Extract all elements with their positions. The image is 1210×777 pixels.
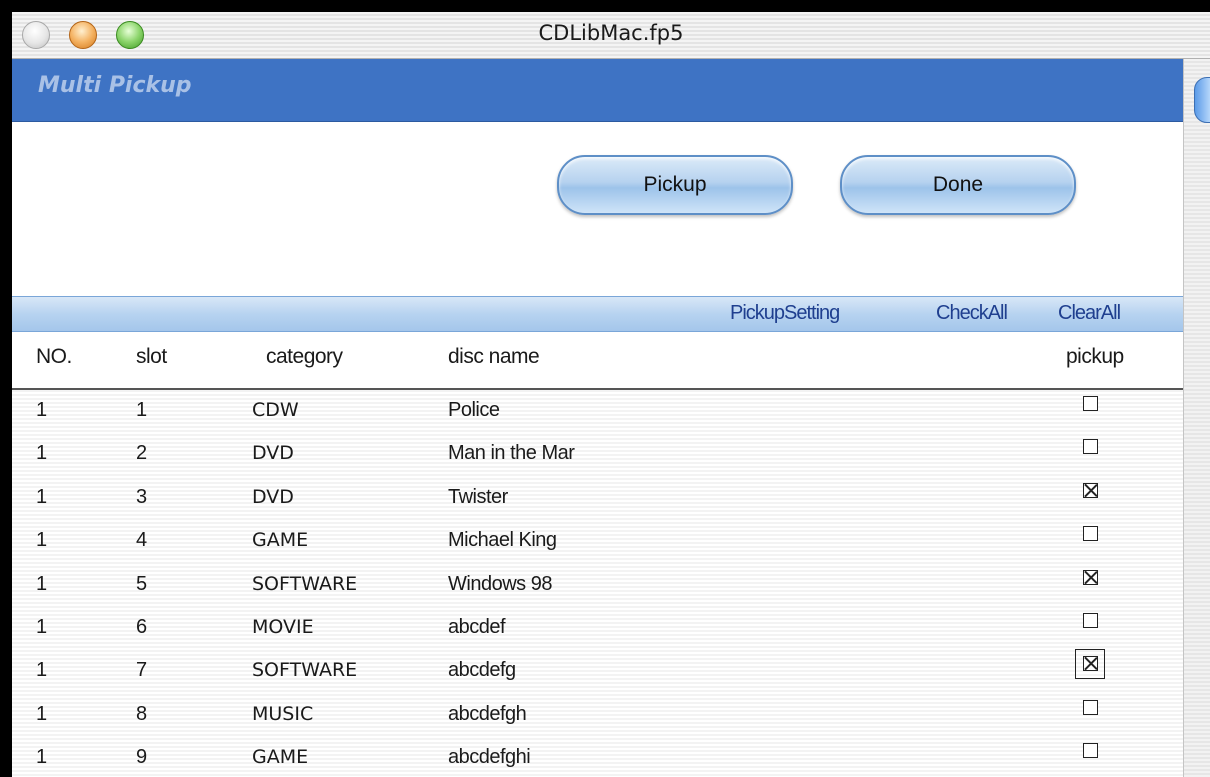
cell-no: 1 bbox=[36, 529, 48, 552]
cell-category: GAME bbox=[252, 529, 309, 552]
column-header-pickup: pickup bbox=[1066, 345, 1124, 368]
cell-no: 1 bbox=[36, 746, 48, 769]
pickup-checkbox[interactable] bbox=[1083, 743, 1098, 759]
pickup-checkbox[interactable] bbox=[1083, 396, 1098, 411]
cell-slot: 6 bbox=[136, 615, 148, 638]
cell-slot: 3 bbox=[136, 485, 148, 508]
cell-slot: 9 bbox=[136, 746, 148, 769]
pickup-button[interactable]: Pickup bbox=[557, 155, 793, 215]
cell-disc-name: Man in the Mar bbox=[448, 442, 575, 465]
table-row[interactable]: 1 6 MOVIE abcdef bbox=[12, 607, 1184, 650]
table-header: NO. slot category disc name pickup bbox=[12, 332, 1184, 390]
cell-disc-name: Michael King bbox=[448, 529, 557, 552]
cell-disc-name: abcdefg bbox=[448, 659, 516, 682]
pickup-checkbox[interactable] bbox=[1083, 656, 1098, 672]
column-header-category: category bbox=[266, 345, 343, 368]
column-header-no: NO. bbox=[36, 345, 72, 368]
cell-no: 1 bbox=[36, 702, 48, 725]
column-header-slot: slot bbox=[136, 345, 167, 368]
scrollbar-thumb[interactable] bbox=[1194, 77, 1210, 123]
scrollbar[interactable] bbox=[1183, 59, 1210, 777]
cell-slot: 4 bbox=[136, 529, 148, 552]
cell-no: 1 bbox=[36, 442, 48, 465]
done-button[interactable]: Done bbox=[840, 155, 1076, 215]
cell-disc-name: abcdef bbox=[448, 615, 506, 638]
cell-slot: 2 bbox=[136, 442, 148, 465]
toolbar: PickupSetting CheckAll ClearAll bbox=[12, 296, 1184, 332]
pickup-checkbox[interactable] bbox=[1083, 612, 1098, 628]
cell-category: DVD bbox=[252, 485, 294, 508]
table-row[interactable]: 1 1 CDW Police bbox=[12, 390, 1184, 433]
cell-disc-name: Windows 98 bbox=[448, 572, 552, 595]
pickup-checkbox[interactable] bbox=[1083, 699, 1098, 715]
table-row[interactable]: 1 2 DVD Man in the Mar bbox=[12, 433, 1184, 476]
cell-disc-name: Police bbox=[448, 399, 500, 421]
cell-slot: 5 bbox=[136, 572, 148, 595]
pickup-checkbox[interactable] bbox=[1083, 569, 1098, 585]
cell-category: MUSIC bbox=[252, 702, 314, 725]
cell-category: SOFTWARE bbox=[252, 659, 358, 682]
pickup-checkbox[interactable] bbox=[1083, 482, 1098, 498]
table-body: 1 1 CDW Police 1 2 DVD Man in the Mar 1 3 DVD Twist… bbox=[12, 390, 1184, 777]
table-row[interactable]: 1 3 DVD Twister bbox=[12, 477, 1184, 520]
cell-slot: 8 bbox=[136, 702, 148, 725]
cell-no: 1 bbox=[36, 659, 48, 682]
layout-content: Multi Pickup Pickup Done PickupSetting C… bbox=[12, 59, 1184, 777]
cell-slot: 7 bbox=[136, 659, 148, 682]
table-row[interactable]: 1 5 SOFTWARE Windows 98 bbox=[12, 564, 1184, 607]
check-all-link[interactable]: CheckAll bbox=[936, 302, 1008, 325]
header-band: Multi Pickup bbox=[12, 59, 1184, 122]
cell-slot: 1 bbox=[136, 399, 148, 421]
pickup-setting-link[interactable]: PickupSetting bbox=[730, 302, 840, 325]
column-header-disc-name: disc name bbox=[448, 345, 540, 368]
title-bar[interactable]: CDLibMac.fp5 bbox=[12, 12, 1210, 59]
clear-all-link[interactable]: ClearAll bbox=[1058, 302, 1121, 325]
table-row[interactable]: 1 4 GAME Michael King bbox=[12, 520, 1184, 563]
table-row[interactable]: 1 9 GAME abcdefghi bbox=[12, 737, 1184, 777]
cell-category: CDW bbox=[252, 399, 299, 421]
page-title: Multi Pickup bbox=[38, 73, 192, 98]
cell-no: 1 bbox=[36, 485, 48, 508]
cell-no: 1 bbox=[36, 572, 48, 595]
table-row[interactable]: 1 8 MUSIC abcdefgh bbox=[12, 694, 1184, 737]
cell-disc-name: abcdefgh bbox=[448, 702, 527, 725]
cell-category: SOFTWARE bbox=[252, 572, 358, 595]
pickup-checkbox[interactable] bbox=[1083, 526, 1098, 542]
app-window: CDLibMac.fp5 Multi Pickup Pickup Done Pi… bbox=[12, 12, 1210, 777]
pickup-checkbox[interactable] bbox=[1083, 439, 1098, 455]
cell-no: 1 bbox=[36, 399, 48, 421]
cell-disc-name: abcdefghi bbox=[448, 746, 531, 769]
table-row[interactable]: 1 7 SOFTWARE abcdefg bbox=[12, 649, 1184, 693]
cell-no: 1 bbox=[36, 615, 48, 638]
cell-category: DVD bbox=[252, 442, 294, 465]
cell-disc-name: Twister bbox=[448, 485, 508, 508]
cell-category: GAME bbox=[252, 746, 309, 769]
window-title: CDLibMac.fp5 bbox=[538, 21, 684, 45]
cell-category: MOVIE bbox=[252, 615, 314, 638]
